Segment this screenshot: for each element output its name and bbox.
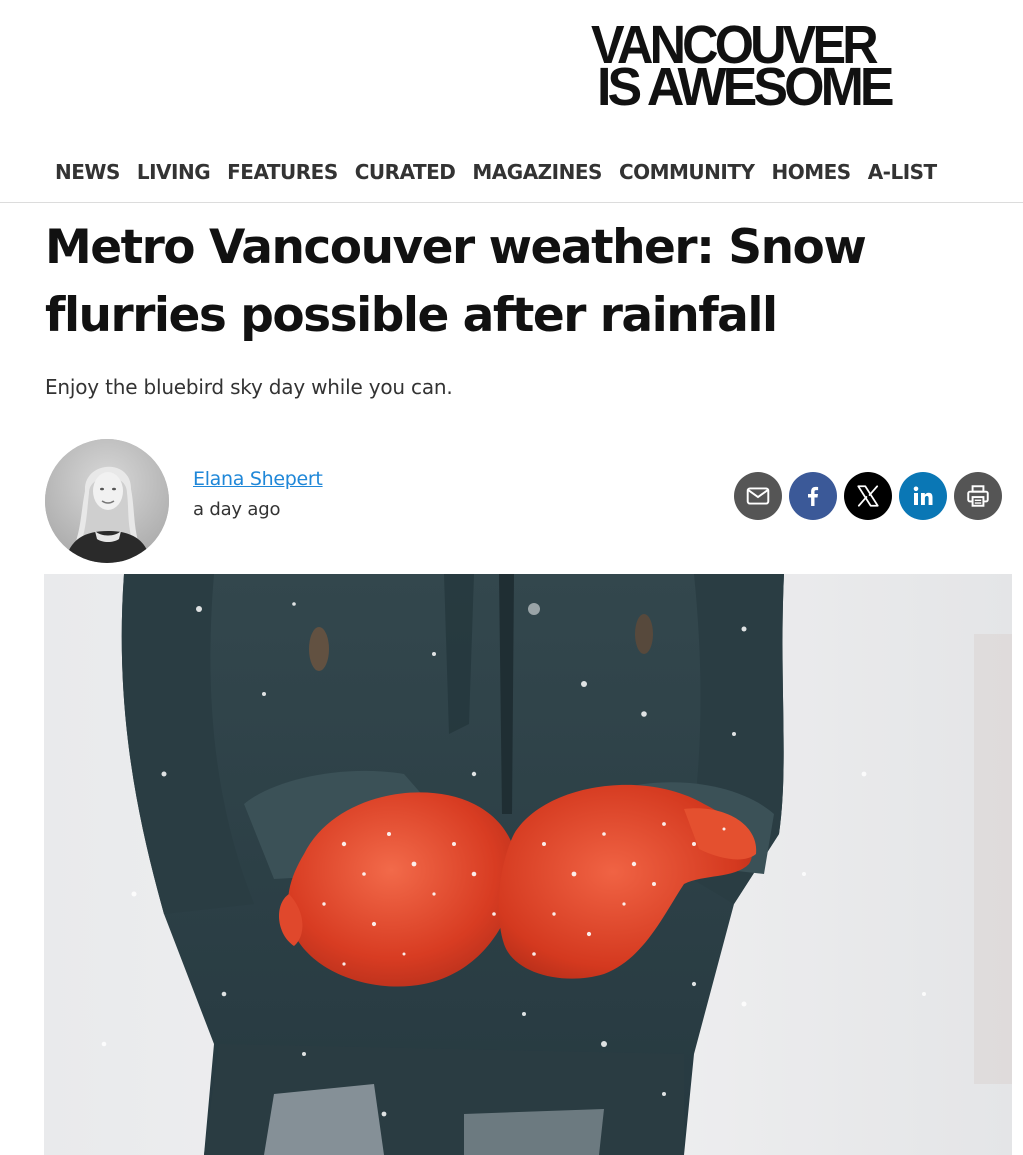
hero-image [44, 574, 1012, 1155]
nav-link-community[interactable]: COMMUNITY [619, 159, 755, 185]
nav-link-features[interactable]: FEATURES [227, 159, 338, 185]
nav-item: COMMUNITY [619, 159, 755, 185]
article-headline: Metro Vancouver weather: Snow flurries p… [45, 220, 867, 343]
article-dek: Enjoy the bluebird sky day while you can… [45, 375, 453, 399]
nav-link-homes[interactable]: HOMES [771, 159, 851, 185]
nav-item: LIVING [137, 159, 211, 185]
nav-link-living[interactable]: LIVING [137, 159, 211, 185]
x-icon [857, 485, 879, 507]
main-nav: NEWS LIVING FEATURES CURATED MAGAZINES C… [0, 150, 1023, 203]
snow-mittens-photo [44, 574, 1012, 1155]
author-avatar[interactable] [45, 439, 169, 563]
nav-item: NEWS [55, 159, 120, 185]
print-icon [967, 485, 989, 507]
nav-link-a-list[interactable]: A-LIST [868, 159, 938, 185]
share-email-button[interactable] [734, 472, 782, 520]
nav-item: A-LIST [868, 159, 938, 185]
facebook-icon [808, 486, 819, 506]
site-logo[interactable]: VANCOUVER IS AWESOME [591, 18, 936, 117]
share-linkedin-button[interactable] [899, 472, 947, 520]
share-facebook-button[interactable] [789, 472, 837, 520]
nav-item: MAGAZINES [472, 159, 602, 185]
nav-link-news[interactable]: NEWS [55, 159, 120, 185]
share-print-button[interactable] [954, 472, 1002, 520]
nav-link-curated[interactable]: CURATED [355, 159, 456, 185]
author-photo [45, 439, 169, 563]
share-x-button[interactable] [844, 472, 892, 520]
nav-item: CURATED [355, 159, 456, 185]
author-link[interactable]: Elana Shepert [193, 468, 323, 490]
share-bar [734, 472, 1002, 520]
nav-link-magazines[interactable]: MAGAZINES [472, 159, 602, 185]
nav-item: FEATURES [227, 159, 338, 185]
linkedin-icon [913, 486, 933, 505]
page: VANCOUVER IS AWESOME NEWS LIVING FEATURE… [0, 0, 1023, 1155]
article-timestamp: a day ago [193, 499, 281, 520]
email-icon [746, 487, 770, 505]
nav-item: HOMES [771, 159, 851, 185]
nav-list: NEWS LIVING FEATURES CURATED MAGAZINES C… [55, 159, 937, 185]
logo-line-2: IS AWESOME [597, 56, 895, 117]
